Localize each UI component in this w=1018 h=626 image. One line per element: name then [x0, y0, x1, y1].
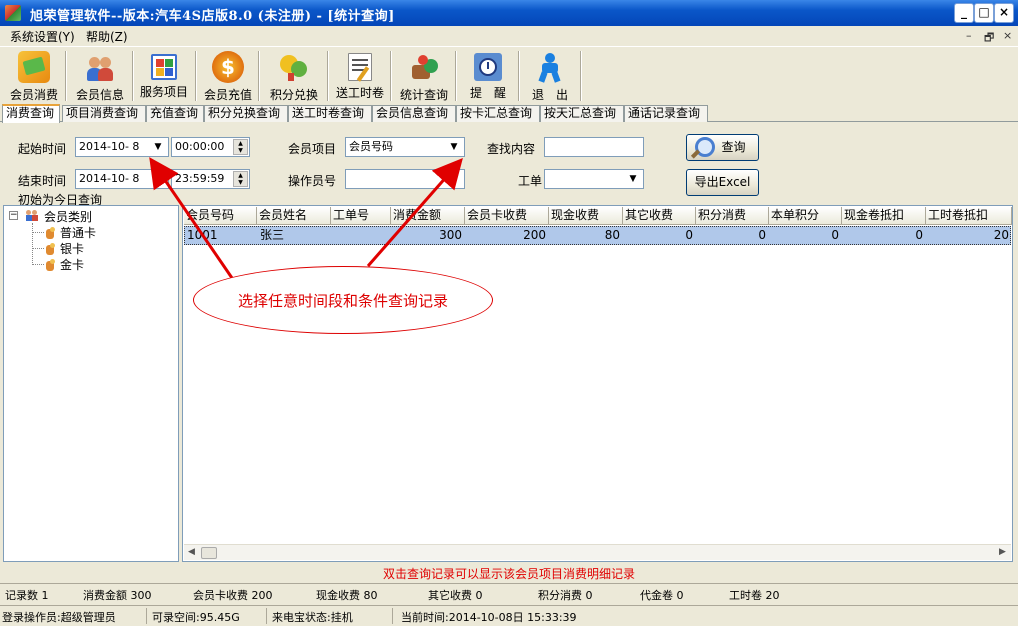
- status-current-time: 当前时间:2014-10-08日 15:33:39: [401, 611, 577, 624]
- status-caller-device: 来电宝状态:挂机: [272, 611, 353, 624]
- summary-points-consume: 积分消费 0: [538, 589, 593, 602]
- status-separator: [146, 608, 147, 624]
- annotation-arrow-time: [149, 157, 234, 279]
- summary-consume-amount: 消费金额 300: [83, 589, 152, 602]
- status-operator: 登录操作员:超级管理员: [2, 611, 116, 624]
- double-click-hint: 双击查询记录可以显示该会员项目消费明细记录: [382, 567, 635, 581]
- summary-other-fee: 其它收费 0: [428, 589, 483, 602]
- summary-voucher: 代金卷 0: [640, 589, 684, 602]
- annotation-text: 选择任意时间段和条件查询记录: [237, 292, 448, 310]
- annotation-arrows: [149, 157, 463, 279]
- status-separator: [392, 608, 393, 624]
- status-separator: [266, 608, 267, 624]
- summary-card-fee: 会员卡收费 200: [193, 589, 273, 602]
- summary-bar: 记录数 1 消费金额 300 会员卡收费 200 现金收费 80 其它收费 0 …: [0, 583, 1018, 603]
- annotation-arrow-condition: [366, 157, 463, 267]
- summary-record-count: 记录数 1: [5, 589, 49, 602]
- status-free-space: 可录空间:95.45G: [152, 611, 240, 624]
- summary-work-voucher: 工时卷 20: [729, 589, 780, 602]
- status-bar: 登录操作员:超级管理员 可录空间:95.45G 来电宝状态:挂机 当前时间:20…: [0, 605, 1018, 626]
- summary-cash-fee: 现金收费 80: [316, 589, 378, 602]
